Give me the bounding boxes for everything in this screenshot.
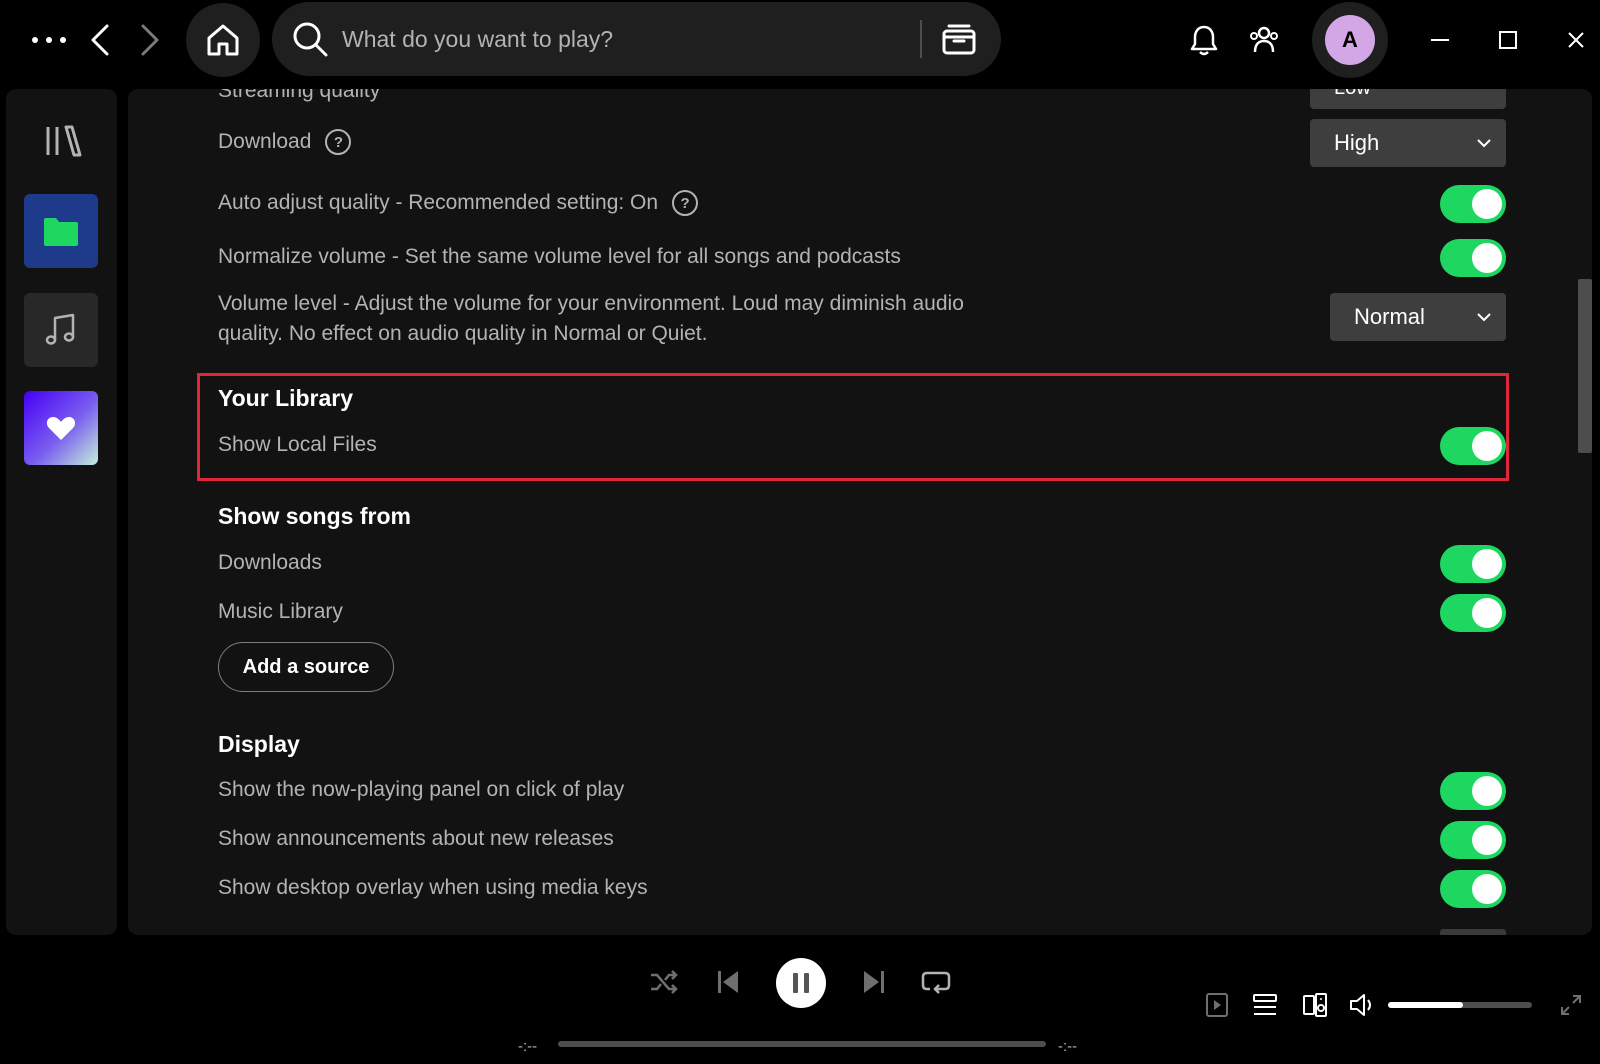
chevron-down-icon <box>1477 139 1491 148</box>
desktop-overlay-toggle[interactable] <box>1440 870 1506 908</box>
announcements-toggle[interactable] <box>1440 821 1506 859</box>
pause-icon <box>793 973 809 993</box>
connect-device-icon[interactable] <box>1298 988 1332 1022</box>
streaming-quality-label: Streaming quality <box>218 89 381 102</box>
download-label: Download <box>218 130 312 153</box>
volume-icon[interactable] <box>1346 988 1380 1022</box>
notifications-bell-icon[interactable] <box>1184 20 1224 60</box>
download-quality-value: High <box>1334 130 1380 155</box>
friend-activity-icon[interactable] <box>1244 20 1284 60</box>
more-options-icon[interactable] <box>28 24 70 56</box>
pause-button[interactable] <box>776 958 826 1008</box>
home-button[interactable] <box>186 3 260 77</box>
normalize-volume-label: Normalize volume - Set the same volume l… <box>218 245 901 268</box>
scrollbar[interactable] <box>1578 279 1592 453</box>
now-playing-panel-label: Show the now-playing panel on click of p… <box>218 778 625 801</box>
show-songs-from-heading: Show songs from <box>218 503 411 529</box>
volume-level-label: Volume level - Adjust the volume for you… <box>218 289 964 349</box>
show-local-files-toggle[interactable] <box>1440 427 1506 465</box>
top-bar: A <box>0 0 1600 80</box>
shuffle-icon[interactable] <box>646 964 682 1000</box>
downloads-source-toggle[interactable] <box>1440 545 1506 583</box>
close-window-icon[interactable] <box>1556 20 1596 60</box>
help-icon[interactable]: ? <box>672 190 699 216</box>
browse-icon[interactable] <box>938 18 980 60</box>
player-bar: -:-- -:-- <box>0 940 1600 1064</box>
now-playing-panel-toggle[interactable] <box>1440 772 1506 810</box>
downloads-source-label: Downloads <box>218 551 322 574</box>
avatar: A <box>1325 15 1375 65</box>
download-row: Download ? <box>218 129 352 155</box>
maximize-window-icon[interactable] <box>1488 20 1528 60</box>
streaming-quality-select[interactable]: Low <box>1310 89 1506 109</box>
elapsed-time: -:-- <box>518 1038 538 1055</box>
sidebar-item-music[interactable] <box>24 293 98 367</box>
queue-icon[interactable] <box>1248 988 1282 1022</box>
help-icon[interactable]: ? <box>325 129 352 155</box>
music-note-icon <box>45 313 75 345</box>
display-heading: Display <box>218 731 300 757</box>
volume-level-fill <box>1388 1002 1463 1008</box>
announcements-label: Show announcements about new releases <box>218 827 614 850</box>
auto-adjust-label: Auto adjust quality - Recommended settin… <box>218 191 659 214</box>
settings-panel: Streaming quality Low Download ? High Au… <box>128 89 1592 935</box>
volume-level-text-line2: quality. No effect on audio quality in N… <box>218 322 708 345</box>
search-bar <box>272 2 1001 76</box>
auto-adjust-toggle[interactable] <box>1440 185 1506 223</box>
heart-icon <box>46 417 76 440</box>
chevron-down-icon <box>1477 313 1491 322</box>
now-playing-view-icon[interactable] <box>1200 988 1234 1022</box>
remaining-time: -:-- <box>1058 1038 1078 1055</box>
profile-button[interactable]: A <box>1312 2 1388 78</box>
folder-icon <box>44 218 78 246</box>
download-quality-select[interactable]: High <box>1310 119 1506 167</box>
volume-level-text-line1: Volume level - Adjust the volume for you… <box>218 292 964 315</box>
back-arrow-icon[interactable] <box>82 20 118 60</box>
next-setting-toggle[interactable] <box>1440 929 1506 935</box>
home-icon <box>207 24 239 56</box>
your-library-icon[interactable] <box>42 119 86 163</box>
playback-progress-bar[interactable] <box>558 1041 1046 1047</box>
music-library-source-toggle[interactable] <box>1440 594 1506 632</box>
next-track-icon[interactable] <box>856 964 892 1000</box>
highlight-box <box>197 373 1509 481</box>
volume-level-value: Normal <box>1354 304 1425 329</box>
volume-slider[interactable] <box>1388 1002 1532 1008</box>
music-library-source-label: Music Library <box>218 600 343 623</box>
sidebar-item-liked-songs[interactable] <box>24 391 98 465</box>
search-divider <box>920 20 922 58</box>
repeat-icon[interactable] <box>918 964 954 1000</box>
library-sidebar <box>6 89 117 935</box>
search-icon <box>293 22 328 57</box>
show-local-files-label: Show Local Files <box>218 433 377 456</box>
add-source-button[interactable]: Add a source <box>218 642 394 692</box>
sidebar-item-local-files[interactable] <box>24 194 98 268</box>
normalize-volume-toggle[interactable] <box>1440 239 1506 277</box>
forward-arrow-icon[interactable] <box>132 20 168 60</box>
search-input[interactable] <box>342 16 902 62</box>
auto-adjust-row: Auto adjust quality - Recommended settin… <box>218 190 699 216</box>
previous-track-icon[interactable] <box>710 964 746 1000</box>
fullscreen-icon[interactable] <box>1554 988 1588 1022</box>
desktop-overlay-label: Show desktop overlay when using media ke… <box>218 876 648 899</box>
your-library-heading: Your Library <box>218 385 354 411</box>
minimize-window-icon[interactable] <box>1420 20 1460 60</box>
volume-level-select[interactable]: Normal <box>1330 293 1506 341</box>
